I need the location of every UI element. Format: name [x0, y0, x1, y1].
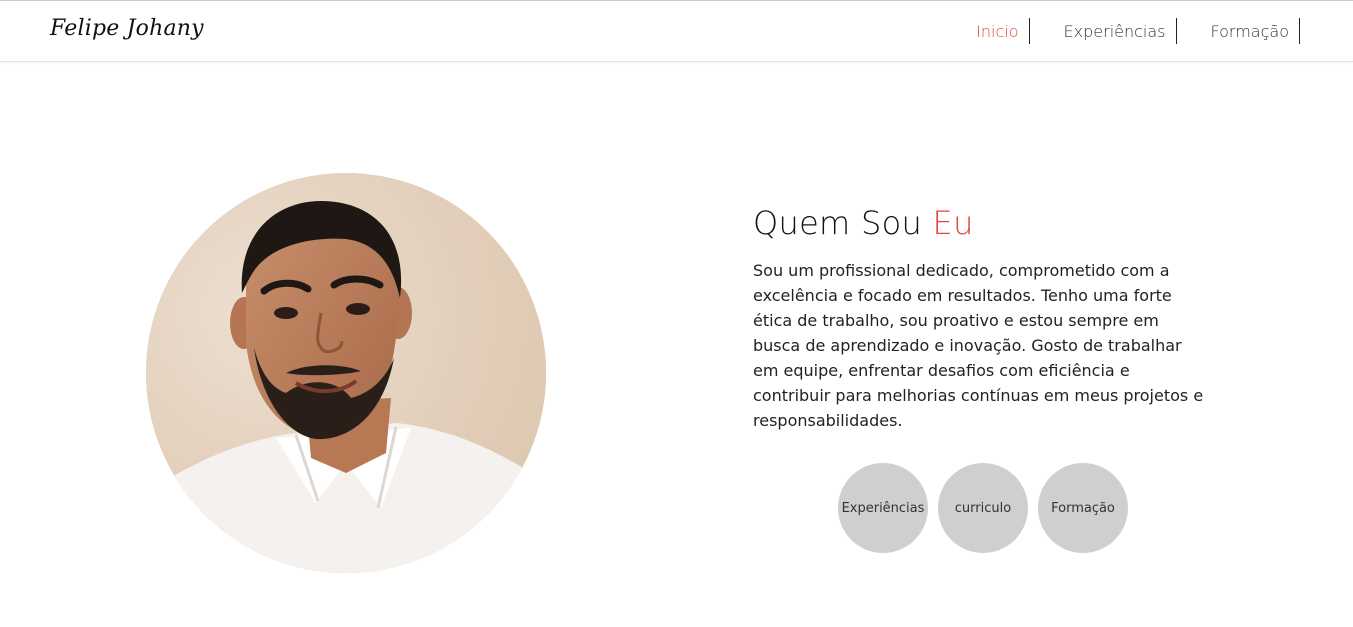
experiencias-button[interactable]: Experiências — [838, 463, 928, 553]
site-header: Felipe Johany Inicio Experiências Formaç… — [0, 1, 1353, 62]
about-title-accent: Eu — [932, 204, 974, 242]
about-title: Quem Sou Eu — [753, 204, 1213, 242]
about-title-main: Quem Sou — [753, 204, 933, 242]
formacao-button[interactable]: Formação — [1038, 463, 1128, 553]
main-nav: Inicio Experiências Formação — [976, 18, 1300, 44]
nav-item-inicio[interactable]: Inicio — [976, 18, 1030, 44]
logo[interactable]: Felipe Johany — [50, 16, 204, 41]
portrait-illustration — [146, 173, 546, 573]
about-section: Quem Sou Eu Sou um profissional dedicado… — [753, 204, 1213, 433]
profile-photo — [146, 173, 546, 573]
about-paragraph: Sou um profissional dedicado, comprometi… — [753, 261, 1204, 430]
nav-item-experiencias[interactable]: Experiências — [1030, 18, 1177, 44]
curriculo-button[interactable]: curriculo — [938, 463, 1028, 553]
nav-item-formacao[interactable]: Formação — [1177, 18, 1300, 44]
circle-buttons: Experiências curriculo Formação — [838, 463, 1128, 553]
